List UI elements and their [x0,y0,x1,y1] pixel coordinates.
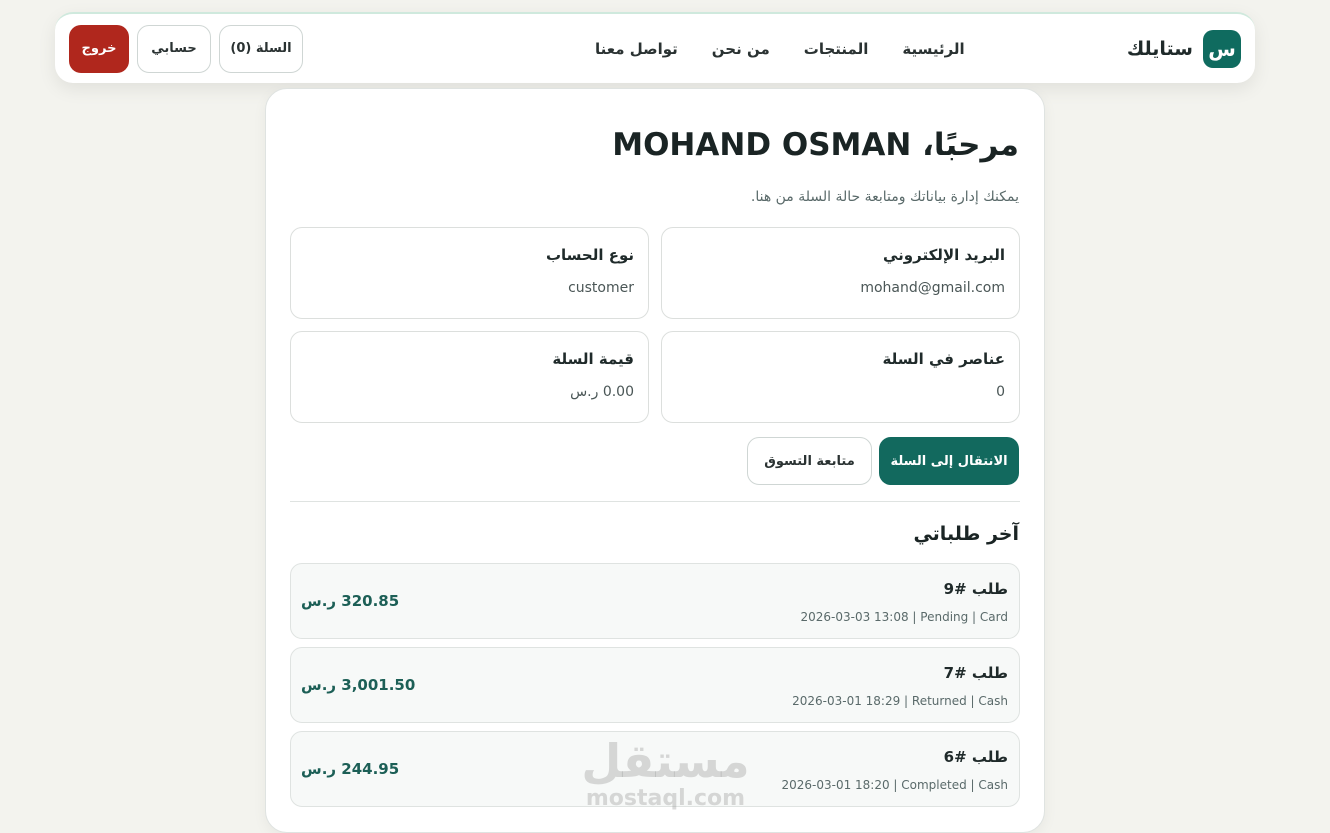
go-to-cart-button[interactable]: الانتقال إلى السلة [879,437,1019,485]
order-meta: 2026-03-01 18:29 | Returned | Cash [792,694,1008,708]
brand-name[interactable]: ستايلك [1127,38,1193,60]
divider [290,501,1020,502]
orders-title: آخر طلباتي [913,523,1019,545]
profile-card: مرحبًا، MOHAND OSMAN يمكنك إدارة بياناتك… [265,88,1045,833]
order-meta: 2026-03-01 18:20 | Completed | Cash [781,778,1008,792]
info-label: عناصر في السلة [882,350,1005,368]
brand[interactable]: س ستايلك [1127,29,1241,68]
info-card-cart-value: قيمة السلة 0.00 ر.س [290,331,649,423]
order-id: طلب #7 [943,664,1008,682]
order-id: طلب #6 [943,748,1008,766]
order-row[interactable]: طلب #9 2026-03-03 13:08 | Pending | Card… [290,563,1020,639]
order-id: طلب #9 [943,580,1008,598]
info-label: البريد الإلكتروني [883,246,1005,264]
account-button[interactable]: حسابي [137,24,211,73]
order-total: 320.85 ر.س [301,592,400,610]
page-subtitle: يمكنك إدارة بياناتك ومتابعة حالة السلة م… [750,189,1019,205]
logout-button[interactable]: خروج [69,24,129,73]
nav-actions: خروج حسابي السلة (0) [69,14,303,83]
info-card-account-type: نوع الحساب customer [290,227,649,319]
info-value: 0.00 ر.س [570,384,634,400]
order-total: 3,001.50 ر.س [301,676,416,694]
info-label: نوع الحساب [545,246,634,264]
info-card-email: البريد الإلكتروني mohand@gmail.com [661,227,1020,319]
cart-button[interactable]: السلة (0) [219,24,303,73]
info-value: 0 [996,384,1005,400]
nav-link-about[interactable]: من نحن [712,40,770,58]
order-total: 244.95 ر.س [301,760,400,778]
info-card-cart-items: عناصر في السلة 0 [661,331,1020,423]
main-nav: الرئيسية المنتجات من نحن تواصل معنا [595,14,965,83]
page-title: مرحبًا، MOHAND OSMAN [612,127,1019,163]
info-value: customer [568,280,634,296]
info-label: قيمة السلة [552,350,634,368]
nav-link-home[interactable]: الرئيسية [902,40,964,58]
continue-shopping-button[interactable]: متابعة التسوق [747,437,872,485]
navbar: س ستايلك الرئيسية المنتجات من نحن تواصل … [55,12,1255,83]
brand-logo[interactable]: س [1203,29,1241,68]
info-value: mohand@gmail.com [860,280,1005,296]
nav-link-contact[interactable]: تواصل معنا [595,40,678,58]
order-meta: 2026-03-03 13:08 | Pending | Card [800,610,1008,624]
nav-link-products[interactable]: المنتجات [804,40,869,58]
order-row[interactable]: طلب #7 2026-03-01 18:29 | Returned | Cas… [290,647,1020,723]
order-row[interactable]: طلب #6 2026-03-01 18:20 | Completed | Ca… [290,731,1020,807]
